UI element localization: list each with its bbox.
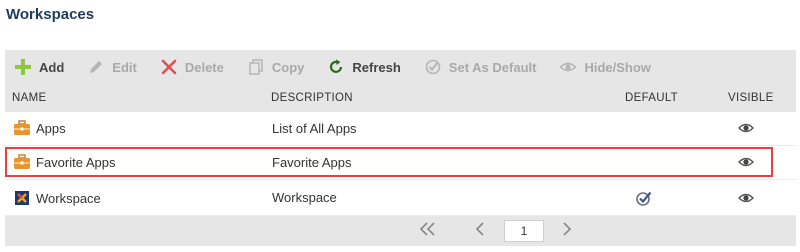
refresh-icon: [326, 57, 346, 77]
table-row[interactable]: Apps List of All Apps: [5, 112, 796, 146]
visible-eye-icon[interactable]: [738, 122, 754, 137]
edit-button[interactable]: Edit: [86, 50, 137, 84]
delete-label: Delete: [184, 59, 224, 75]
copy-label: Copy: [271, 59, 305, 75]
column-header-name[interactable]: NAME: [12, 92, 46, 104]
copy-button[interactable]: Copy: [246, 50, 305, 84]
copy-icon: [246, 57, 266, 77]
pagination-bar: [5, 216, 796, 246]
table-row[interactable]: Favorite Apps Favorite Apps: [5, 146, 796, 180]
set-as-default-label: Set As Default: [448, 59, 537, 75]
first-page-button[interactable]: [417, 221, 439, 241]
briefcase-icon: [13, 153, 31, 171]
toolbar: Add Edit Delete Copy Refresh Set As Defa…: [5, 50, 796, 84]
hide-show-button[interactable]: Hide/Show: [558, 50, 651, 84]
visible-eye-icon[interactable]: [738, 192, 754, 207]
chevron-left-icon: [474, 221, 486, 242]
next-page-button[interactable]: [556, 221, 578, 241]
column-header-visible[interactable]: VISIBLE: [728, 92, 774, 104]
chevron-right-icon: [561, 221, 573, 242]
delete-button[interactable]: Delete: [159, 50, 224, 84]
refresh-button[interactable]: Refresh: [326, 50, 401, 84]
plus-icon: [13, 57, 33, 77]
check-circle-icon: [423, 57, 443, 77]
eye-icon: [558, 57, 578, 77]
page-title: Workspaces: [6, 6, 95, 23]
add-button[interactable]: Add: [13, 50, 64, 84]
row-name: Workspace: [36, 190, 101, 206]
set-as-default-button[interactable]: Set As Default: [423, 50, 537, 84]
row-description: Favorite Apps: [272, 155, 352, 170]
refresh-label: Refresh: [352, 59, 401, 75]
column-header-default[interactable]: DEFAULT: [625, 92, 678, 104]
row-description: List of All Apps: [272, 121, 357, 136]
edit-label: Edit: [112, 59, 137, 75]
table-row[interactable]: Workspace Workspace: [5, 180, 796, 216]
visible-eye-icon[interactable]: [738, 156, 754, 171]
default-check-icon[interactable]: [635, 189, 653, 210]
previous-page-button[interactable]: [469, 221, 491, 241]
page-number-input[interactable]: [504, 220, 544, 242]
pencil-icon: [86, 57, 106, 77]
table-header: NAME DESCRIPTION DEFAULT VISIBLE: [5, 84, 796, 112]
hide-show-label: Hide/Show: [584, 59, 651, 75]
briefcase-icon: [13, 119, 31, 137]
row-name: Favorite Apps: [36, 154, 116, 170]
row-name: Apps: [36, 120, 66, 136]
workspaces-panel: Add Edit Delete Copy Refresh Set As Defa…: [5, 50, 796, 246]
close-icon: [159, 57, 179, 77]
double-chevron-left-icon: [418, 221, 438, 242]
workspace-logo-icon: [13, 189, 31, 207]
add-label: Add: [39, 59, 65, 75]
row-description: Workspace: [272, 190, 337, 205]
column-header-description[interactable]: DESCRIPTION: [271, 92, 353, 104]
